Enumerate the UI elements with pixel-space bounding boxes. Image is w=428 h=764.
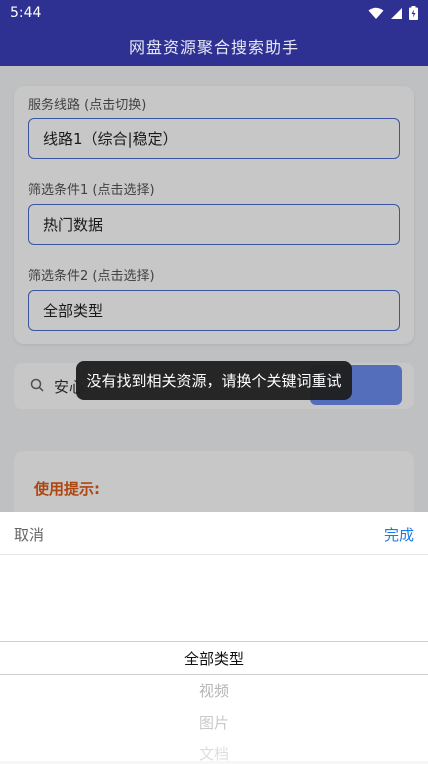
status-bar: 5:44 <box>0 0 428 26</box>
picker-option-selected[interactable]: 全部类型 <box>0 648 428 669</box>
app-header: 网盘资源聚合搜索助手 <box>0 26 428 66</box>
picker-toolbar: 取消 完成 <box>0 512 428 555</box>
picker-option[interactable]: 图片 <box>0 712 428 733</box>
status-time: 5:44 <box>10 5 42 21</box>
done-button[interactable]: 完成 <box>384 524 414 545</box>
picker-sheet: 取消 完成 全部类型 视频 图片 文档 <box>0 512 428 763</box>
toast-text: 没有找到相关资源，请换个关键词重试 <box>86 372 342 390</box>
battery-icon <box>409 6 418 20</box>
picker-option[interactable]: 视频 <box>0 680 428 701</box>
status-icons <box>368 6 418 20</box>
cancel-button[interactable]: 取消 <box>14 524 44 545</box>
toast-message: 没有找到相关资源，请换个关键词重试 <box>76 361 352 400</box>
wifi-icon <box>368 7 384 19</box>
app-title: 网盘资源聚合搜索助手 <box>128 38 299 57</box>
signal-icon <box>391 7 402 19</box>
